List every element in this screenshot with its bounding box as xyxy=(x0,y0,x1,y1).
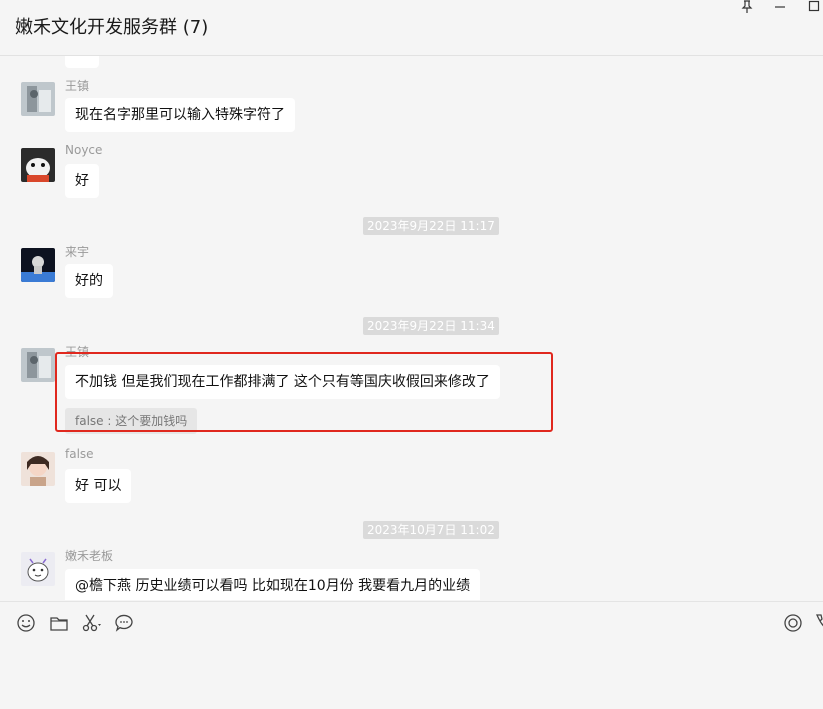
emoji-icon[interactable] xyxy=(15,612,37,634)
message-bubble[interactable]: 好的 xyxy=(65,264,113,298)
message-input[interactable] xyxy=(0,644,823,709)
message-bubble[interactable]: @檐下燕 历史业绩可以看吗 比如现在10月份 我要看九月的业绩 xyxy=(65,569,481,600)
sender-name: 王镇 xyxy=(65,345,90,359)
avatar-wangzhen[interactable] xyxy=(21,82,55,116)
scissors-icon[interactable] xyxy=(80,612,102,634)
timestamp: 2023年9月22日 11:17 xyxy=(363,217,499,235)
message-bubble[interactable]: 不加钱 但是我们现在工作都排满了 这个只有等国庆收假回来修改了 xyxy=(65,365,500,399)
sender-name: 来宇 xyxy=(65,245,90,259)
message-bubble[interactable]: 好 xyxy=(65,164,99,198)
input-toolbar xyxy=(0,601,823,644)
minimize-icon[interactable] xyxy=(774,0,786,15)
sender-name: Noyce xyxy=(65,143,103,157)
maximize-icon[interactable] xyxy=(808,0,820,15)
avatar-wangzhen[interactable] xyxy=(21,348,55,382)
folder-icon[interactable] xyxy=(48,612,70,634)
partial-bubble xyxy=(65,56,99,68)
message-list[interactable]: 王镇 现在名字那里可以输入特殊字符了 Noyce 好 2023年9月22日 11… xyxy=(0,56,823,600)
avatar-boss[interactable] xyxy=(21,552,55,586)
sender-name: false xyxy=(65,447,94,461)
chat-bubble-icon[interactable] xyxy=(113,612,135,634)
sender-name: 嫩禾老板 xyxy=(65,549,114,563)
quoted-reply[interactable]: false : 这个要加钱吗 xyxy=(65,408,198,434)
message-bubble[interactable]: 好 可以 xyxy=(65,469,132,503)
live-icon[interactable] xyxy=(782,612,804,634)
timestamp: 2023年9月22日 11:34 xyxy=(363,317,499,335)
avatar-noyce[interactable] xyxy=(21,148,55,182)
timestamp: 2023年10月7日 11:02 xyxy=(363,521,499,539)
call-icon[interactable] xyxy=(812,612,823,634)
chat-header: 嫩禾文化开发服务群 (7) xyxy=(0,0,823,56)
avatar-false[interactable] xyxy=(21,452,55,486)
avatar-laiyu[interactable] xyxy=(21,248,55,282)
message-bubble[interactable]: 现在名字那里可以输入特殊字符了 xyxy=(65,98,295,132)
sender-name: 王镇 xyxy=(65,79,90,93)
pin-icon[interactable] xyxy=(741,0,753,17)
chat-title: 嫩禾文化开发服务群 (7) xyxy=(15,17,209,38)
